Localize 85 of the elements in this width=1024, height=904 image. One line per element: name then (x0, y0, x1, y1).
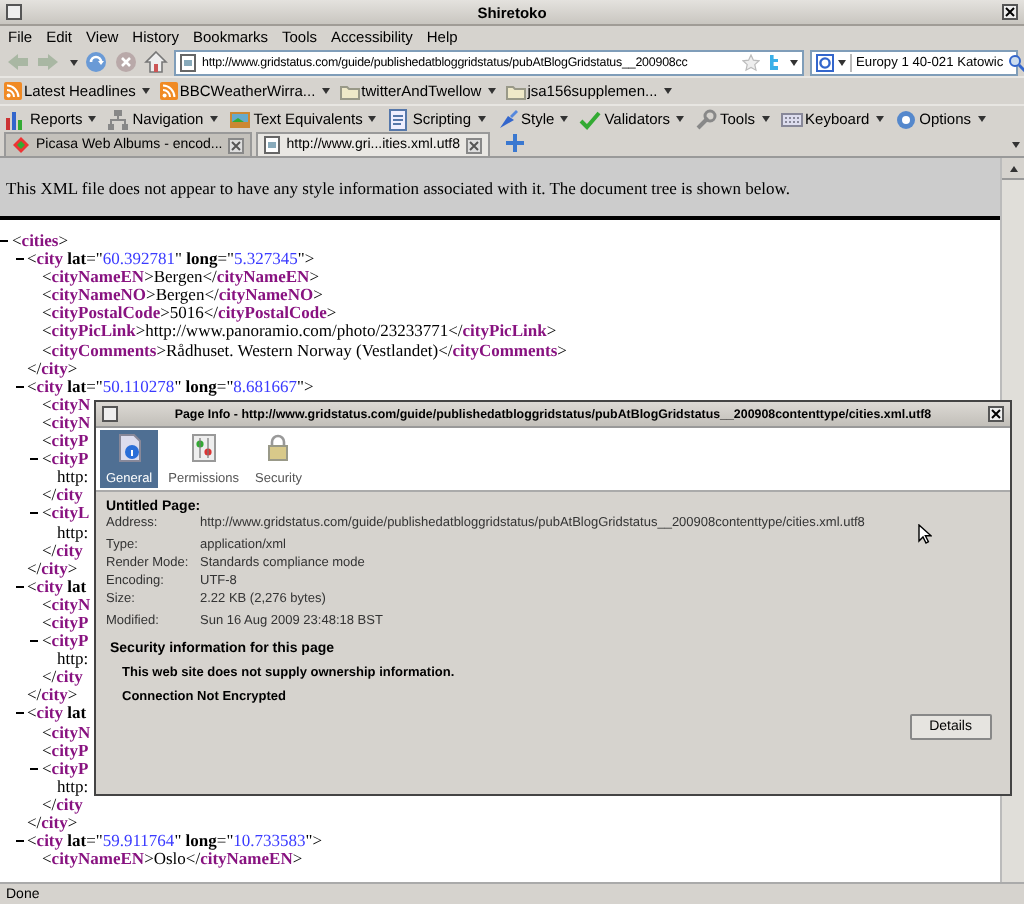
folder-icon (339, 83, 360, 99)
window-menu-icon[interactable] (102, 406, 118, 422)
toolbar-icon (495, 107, 520, 131)
toolbar-icon (106, 107, 131, 131)
xml-line: <cityN (42, 395, 91, 414)
xml-line: <city lat="59.911764" long="10.733583"> (27, 832, 323, 851)
caret-icon (368, 116, 377, 122)
xml-line: <cityP (42, 632, 89, 651)
xml-line: </city> (27, 359, 78, 378)
home-icon[interactable] (144, 50, 168, 74)
close-icon[interactable] (1002, 4, 1018, 20)
caret-icon (1012, 142, 1020, 148)
xml-line: </city> (27, 686, 78, 705)
caret-icon (977, 116, 985, 122)
xml-line: <cityP (42, 432, 89, 451)
search-icon[interactable] (1007, 53, 1024, 71)
xml-notice: This XML file does not appear to have any style information associated with it. The document tree is shown below. (6, 177, 791, 197)
caret-icon (676, 116, 685, 122)
search-engine-icon[interactable] (816, 53, 834, 71)
xml-line: <city lat (27, 704, 87, 724)
caret-icon (321, 88, 330, 94)
toolbar-icon (694, 107, 719, 131)
xml-line: <city lat="50.110278" long="8.681667"> (27, 377, 314, 396)
close-icon[interactable] (988, 406, 1004, 422)
xml-line: <city lat="60.392781" long="5.327345"> (27, 250, 315, 269)
xml-line: http: (57, 523, 89, 542)
xml-line: <cityN (42, 595, 91, 614)
mouse-cursor-icon (918, 524, 932, 544)
pinwheel-icon (12, 136, 30, 154)
feed-icon (159, 82, 178, 100)
toolbar-icon (578, 107, 603, 131)
xml-line: http: (57, 650, 89, 669)
new-tab-icon[interactable] (504, 132, 526, 154)
toolbar-icon (227, 107, 252, 131)
xml-line: <cityP (42, 613, 89, 633)
caret-icon (88, 116, 97, 122)
xml-line: </city> (27, 814, 78, 833)
padlock-icon (266, 434, 291, 462)
caret-icon (790, 59, 798, 65)
tab-list-button[interactable] (1008, 142, 1020, 148)
reload-icon[interactable] (84, 50, 108, 74)
star-icon[interactable] (742, 53, 760, 71)
xml-line: <cityPicLink>http://www.panoramio.com/photo/23233771</cityPicLink> (42, 322, 557, 342)
caret-icon (560, 116, 569, 122)
xml-line: http: (57, 468, 89, 487)
xml-line: <cityComments>Rådhuset. Western Norway (Vestlandet)</cityComments> (42, 341, 567, 360)
toolbar-icon (779, 107, 804, 131)
caret-icon (209, 116, 218, 122)
folder-icon (505, 83, 526, 99)
close-icon[interactable] (466, 137, 482, 153)
xml-line: <cityL (42, 504, 90, 523)
xml-line: <cityNameEN>Oslo</cityNameEN> (42, 850, 303, 869)
window-menu-icon[interactable] (6, 4, 22, 20)
page-icon (264, 136, 281, 154)
caret-icon (875, 116, 884, 122)
xml-line: <cityP (42, 759, 89, 778)
page-icon (180, 53, 196, 71)
xml-line: <city lat (27, 577, 87, 596)
xml-line: <cityP (42, 450, 89, 469)
caret-icon (838, 59, 846, 65)
xml-line: <cities> (12, 232, 69, 251)
xml-line: </city (42, 795, 83, 814)
xml-line: </city (42, 541, 83, 560)
caret-icon (487, 88, 496, 94)
xml-line: </city> (27, 559, 78, 578)
caret-icon (477, 116, 486, 122)
xml-line: <cityNameEN>Bergen</cityNameEN> (42, 268, 319, 287)
toolbar-icon (893, 107, 918, 131)
xml-line: <cityP (42, 741, 89, 760)
xml-line: <cityPostalCode>5016</cityPostalCode> (42, 304, 337, 323)
xml-line: <cityN (42, 723, 91, 742)
xml-line: http: (57, 777, 89, 796)
caret-icon (70, 59, 78, 65)
caret-icon (141, 88, 150, 94)
info-page-icon (117, 434, 142, 462)
toolbar-icon (386, 107, 411, 131)
xml-line: </city (42, 486, 83, 505)
caret-icon (663, 88, 672, 94)
xml-line: </city (42, 668, 83, 687)
toolbar-icon (4, 107, 28, 131)
caret-icon (761, 116, 770, 122)
sliders-icon (191, 434, 216, 462)
xml-line: <cityN (42, 413, 91, 433)
xml-line: <cityNameNO>Bergen</cityNameNO> (42, 286, 323, 305)
feed-icon (4, 82, 22, 100)
